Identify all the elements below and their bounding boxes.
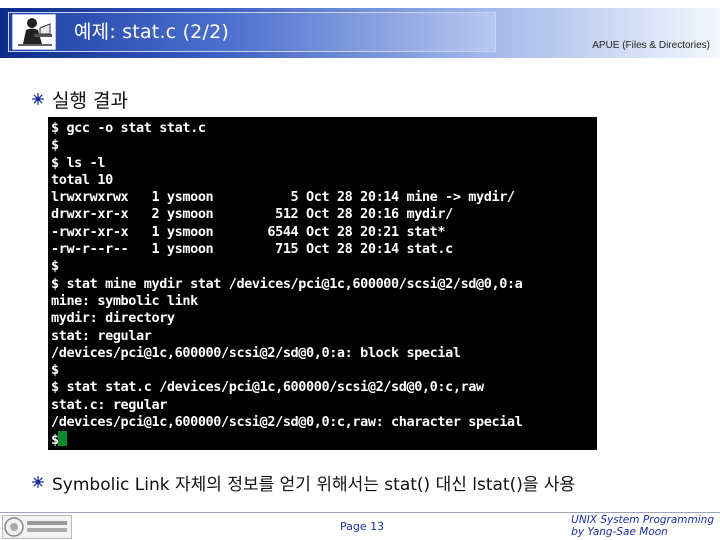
terminal-line: $ <box>51 258 59 275</box>
terminal-line: $ stat stat.c /devices/pci@1c,600000/scs… <box>51 379 484 396</box>
terminal-line: mine: symbolic link <box>51 292 198 309</box>
bullet-text-lstat: Symbolic Link 자체의 정보를 얻기 위해서는 stat() 대신 … <box>52 475 576 495</box>
sparkle-icon <box>32 476 44 488</box>
terminal-line: total 10 <box>51 171 113 188</box>
terminal-line: drwxr-xr-x 2 ysmoon 512 Oct 28 20:16 myd… <box>51 206 453 223</box>
page-number: Page 13 <box>340 520 385 533</box>
terminal-line: $ stat mine mydir stat /devices/pci@1c,6… <box>51 275 523 292</box>
terminal-line: $ <box>51 362 59 379</box>
university-logo-icon <box>2 515 72 539</box>
terminal-line: -rw-r--r-- 1 ysmoon 715 Oct 28 20:14 sta… <box>51 241 453 258</box>
terminal-line: mydir: directory <box>51 310 175 327</box>
terminal-output: $ gcc -o stat stat.c $ $ ls -l total 10 … <box>48 117 597 450</box>
sparkle-icon <box>32 93 44 105</box>
footer-credit-author: by Yang-Sae Moon <box>571 526 668 538</box>
footer-credit: UNIX System Programming by Yang-Sae Moon <box>571 514 714 538</box>
course-label: APUE (Files & Directories) <box>592 40 710 51</box>
terminal-line: -rwxr-xr-x 1 ysmoon 6544 Oct 28 20:21 st… <box>51 223 446 240</box>
terminal-cursor <box>57 431 67 447</box>
terminal-line: $ gcc -o stat stat.c <box>51 120 206 136</box>
terminal-line: $ <box>51 137 59 154</box>
terminal-line: stat: regular <box>51 327 152 344</box>
terminal-line: /devices/pci@1c,600000/scsi@2/sd@0,0:c,r… <box>51 414 523 431</box>
footer-divider <box>0 512 720 513</box>
person-at-desk-icon <box>12 14 56 50</box>
bullet-text-result: 실행 결과 <box>52 90 128 112</box>
slide-title: 예제: stat.c (2/2) <box>74 21 229 43</box>
terminal-line: lrwxrwxrwx 1 ysmoon 5 Oct 28 20:14 mine … <box>51 189 515 206</box>
terminal-prompt-line: $ <box>51 431 597 448</box>
footer-credit-course: UNIX System Programming <box>571 514 714 526</box>
terminal-line: /devices/pci@1c,600000/scsi@2/sd@0,0:a: … <box>51 344 461 361</box>
terminal-line: $ ls -l <box>51 154 106 171</box>
terminal-line: stat.c: regular <box>51 396 167 413</box>
